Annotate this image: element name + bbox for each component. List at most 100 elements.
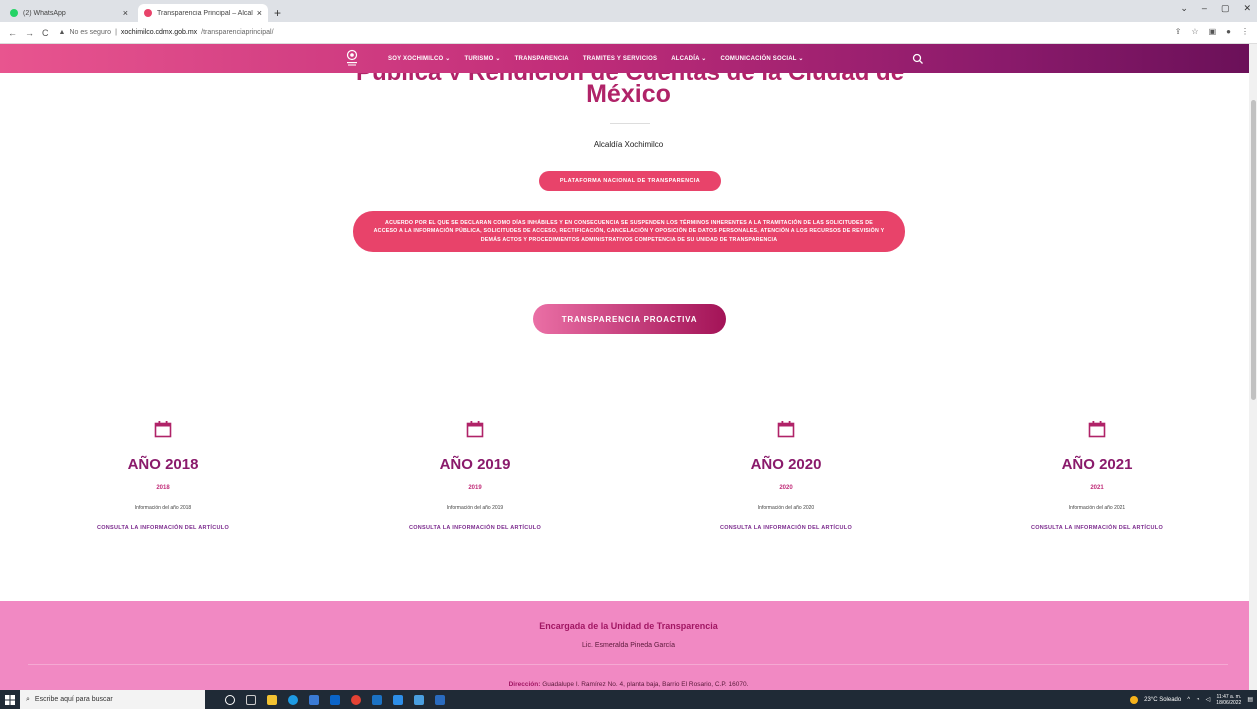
consulta-link[interactable]: CONSULTA LA INFORMACIÓN DEL ARTÍCULO (365, 525, 585, 531)
browser-tab-bar: (2) WhatsApp × Transparencia Principal –… (0, 0, 1257, 22)
window-controls: ⌄ – ▢ ✕ (1180, 3, 1251, 14)
calendar-icon (777, 421, 795, 438)
new-tab-button[interactable]: + (274, 4, 281, 22)
mail-icon[interactable] (330, 694, 340, 705)
footer-address: Dirección: Guadalupe I. Ramírez No. 4, p… (508, 681, 749, 688)
year-title: AÑO 2019 (439, 456, 511, 473)
close-tab-icon[interactable]: × (123, 8, 128, 18)
year-card-2020: AÑO 2020 2020 Información del año 2020 C… (676, 420, 896, 531)
footer-name: Lic. Esmeralda Pineda García (582, 642, 675, 649)
app-icon[interactable] (309, 694, 319, 705)
bookmark-star-icon[interactable]: ☆ (1191, 27, 1198, 36)
footer-divider (28, 664, 1228, 665)
taskbar-search[interactable]: ⌕ Escribe aquí para buscar (20, 690, 205, 709)
year-subtitle: 2021 (1090, 485, 1104, 491)
forward-icon[interactable]: → (25, 28, 34, 38)
menu-tramites[interactable]: TRAMITES Y SERVICIOS (583, 56, 657, 62)
footer: Encargada de la Unidad de Transparencia … (0, 601, 1257, 690)
reload-icon[interactable]: C (42, 28, 49, 38)
weather-text[interactable]: 23°C Soleado (1144, 697, 1181, 703)
year-title: AÑO 2018 (127, 456, 199, 473)
share-icon[interactable]: ⇪ (1175, 27, 1182, 36)
task-view-icon[interactable] (246, 694, 256, 705)
taskbar-apps (225, 694, 445, 705)
page-title: México (586, 80, 671, 108)
calendar-icon (154, 421, 172, 438)
tab-title: Transparencia Principal – Alcaldía... (157, 9, 253, 17)
tab-search-icon[interactable]: ⌄ (1180, 3, 1188, 14)
consulta-link[interactable]: CONSULTA LA INFORMACIÓN DEL ARTÍCULO (53, 525, 273, 531)
edge-icon[interactable] (288, 694, 298, 705)
footer-title: Encargada de la Unidad de Transparencia (539, 621, 718, 631)
year-title: AÑO 2021 (1061, 456, 1133, 473)
app-icon[interactable] (372, 694, 382, 705)
whatsapp-favicon-icon (10, 9, 18, 17)
tray-overflow-icon[interactable]: ^ (1187, 697, 1190, 703)
system-tray: 23°C Soleado ^ ◔ ◁ 11:47 a. m. 18/06/202… (1130, 690, 1253, 709)
address-bar: ← → C ▲ No es seguro | xochimilco.cdmx.g… (0, 22, 1257, 44)
title-divider (610, 123, 650, 124)
sidepanel-icon[interactable]: ▣ (1209, 27, 1217, 36)
app-icon[interactable] (393, 694, 403, 705)
app-icon[interactable] (435, 694, 445, 705)
consulta-link[interactable]: CONSULTA LA INFORMACIÓN DEL ARTÍCULO (676, 525, 896, 531)
search-icon[interactable] (912, 52, 924, 64)
browser-actions: ⇪ ☆ ▣ ● ⋮ (1175, 27, 1249, 36)
app-icon[interactable] (414, 694, 424, 705)
close-tab-icon[interactable]: × (257, 8, 262, 18)
tab-title: (2) WhatsApp (23, 9, 66, 17)
profile-icon[interactable]: ● (1226, 27, 1231, 36)
year-subtitle: 2019 (468, 485, 482, 491)
year-info: Información del año 2018 (134, 505, 192, 511)
menu-alcaldia[interactable]: ALCADÍA ⌄ (671, 55, 706, 62)
taskbar: ⌕ Escribe aquí para buscar 23°C Soleado … (0, 690, 1257, 709)
consulta-link[interactable]: CONSULTA LA INFORMACIÓN DEL ARTÍCULO (987, 525, 1207, 531)
year-card-2018: AÑO 2018 2018 Información del año 2018 C… (53, 420, 273, 531)
transparencia-proactiva-button[interactable]: TRANSPARENCIA PROACTIVA (533, 304, 726, 334)
cortana-icon[interactable] (225, 694, 235, 705)
menu-comunicacion-social[interactable]: COMUNICACIÓN SOCIAL ⌄ (721, 55, 804, 62)
site-favicon-icon (144, 9, 152, 17)
page-subtitle: Alcaldía Xochimilco (593, 140, 664, 149)
menu-dots-icon[interactable]: ⋮ (1241, 27, 1249, 36)
acuerdo-button[interactable]: ACUERDO POR EL QUE SE DECLARAN COMO DÍAS… (353, 211, 905, 252)
calendar-icon (466, 421, 484, 438)
app-icon[interactable] (267, 694, 277, 705)
warning-icon: ▲ (58, 29, 66, 36)
network-icon[interactable]: ◔ (1196, 697, 1200, 703)
menu-soy-xochimilco[interactable]: SOY XOCHIMILCO ⌄ (388, 55, 450, 62)
windows-start-icon[interactable] (0, 690, 20, 709)
xochimilco-logo-icon[interactable] (345, 49, 359, 68)
volume-icon[interactable]: ◁ (1206, 696, 1211, 703)
year-info: Información del año 2019 (446, 505, 504, 511)
menu-turismo[interactable]: TURISMO ⌄ (464, 55, 500, 62)
chrome-icon[interactable] (351, 694, 361, 705)
menu-transparencia[interactable]: TRANSPARENCIA (515, 56, 569, 62)
year-title: AÑO 2020 (750, 456, 822, 473)
search-icon: ⌕ (26, 695, 30, 703)
tab-whatsapp[interactable]: (2) WhatsApp × (4, 4, 134, 22)
pnt-button[interactable]: PLATAFORMA NACIONAL DE TRANSPARENCIA (539, 171, 721, 191)
security-label: No es seguro (69, 29, 112, 36)
weather-sun-icon (1130, 695, 1139, 704)
year-subtitle: 2018 (156, 485, 170, 491)
calendar-icon (1088, 421, 1106, 438)
url-path: /transparenciaprincipal/ (201, 29, 274, 36)
clock[interactable]: 11:47 a. m. 18/06/2022 (1216, 694, 1241, 706)
scrollbar-thumb[interactable] (1251, 100, 1256, 400)
back-icon[interactable]: ← (8, 28, 17, 38)
tab-transparencia[interactable]: Transparencia Principal – Alcaldía... × (138, 4, 268, 22)
main-menu: SOY XOCHIMILCO ⌄ TURISMO ⌄ TRANSPARENCIA… (388, 44, 804, 73)
notifications-icon[interactable]: ▤ (1247, 696, 1253, 703)
clock-time: 11:47 a. m. (1216, 693, 1242, 700)
site-navbar: SOY XOCHIMILCO ⌄ TURISMO ⌄ TRANSPARENCIA… (0, 44, 1257, 73)
maximize-button[interactable]: ▢ (1221, 3, 1230, 14)
url-field[interactable]: ▲ No es seguro | xochimilco.cdmx.gob.mx /… (59, 29, 274, 36)
clock-date: 18/06/2022 (1216, 699, 1242, 706)
year-info: Información del año 2021 (1068, 505, 1126, 511)
year-card-2019: AÑO 2019 2019 Información del año 2019 C… (365, 420, 585, 531)
minimize-button[interactable]: – (1202, 3, 1207, 14)
year-info: Información del año 2020 (757, 505, 815, 511)
close-window-button[interactable]: ✕ (1243, 3, 1251, 14)
taskbar-search-placeholder: Escribe aquí para buscar (34, 696, 113, 703)
